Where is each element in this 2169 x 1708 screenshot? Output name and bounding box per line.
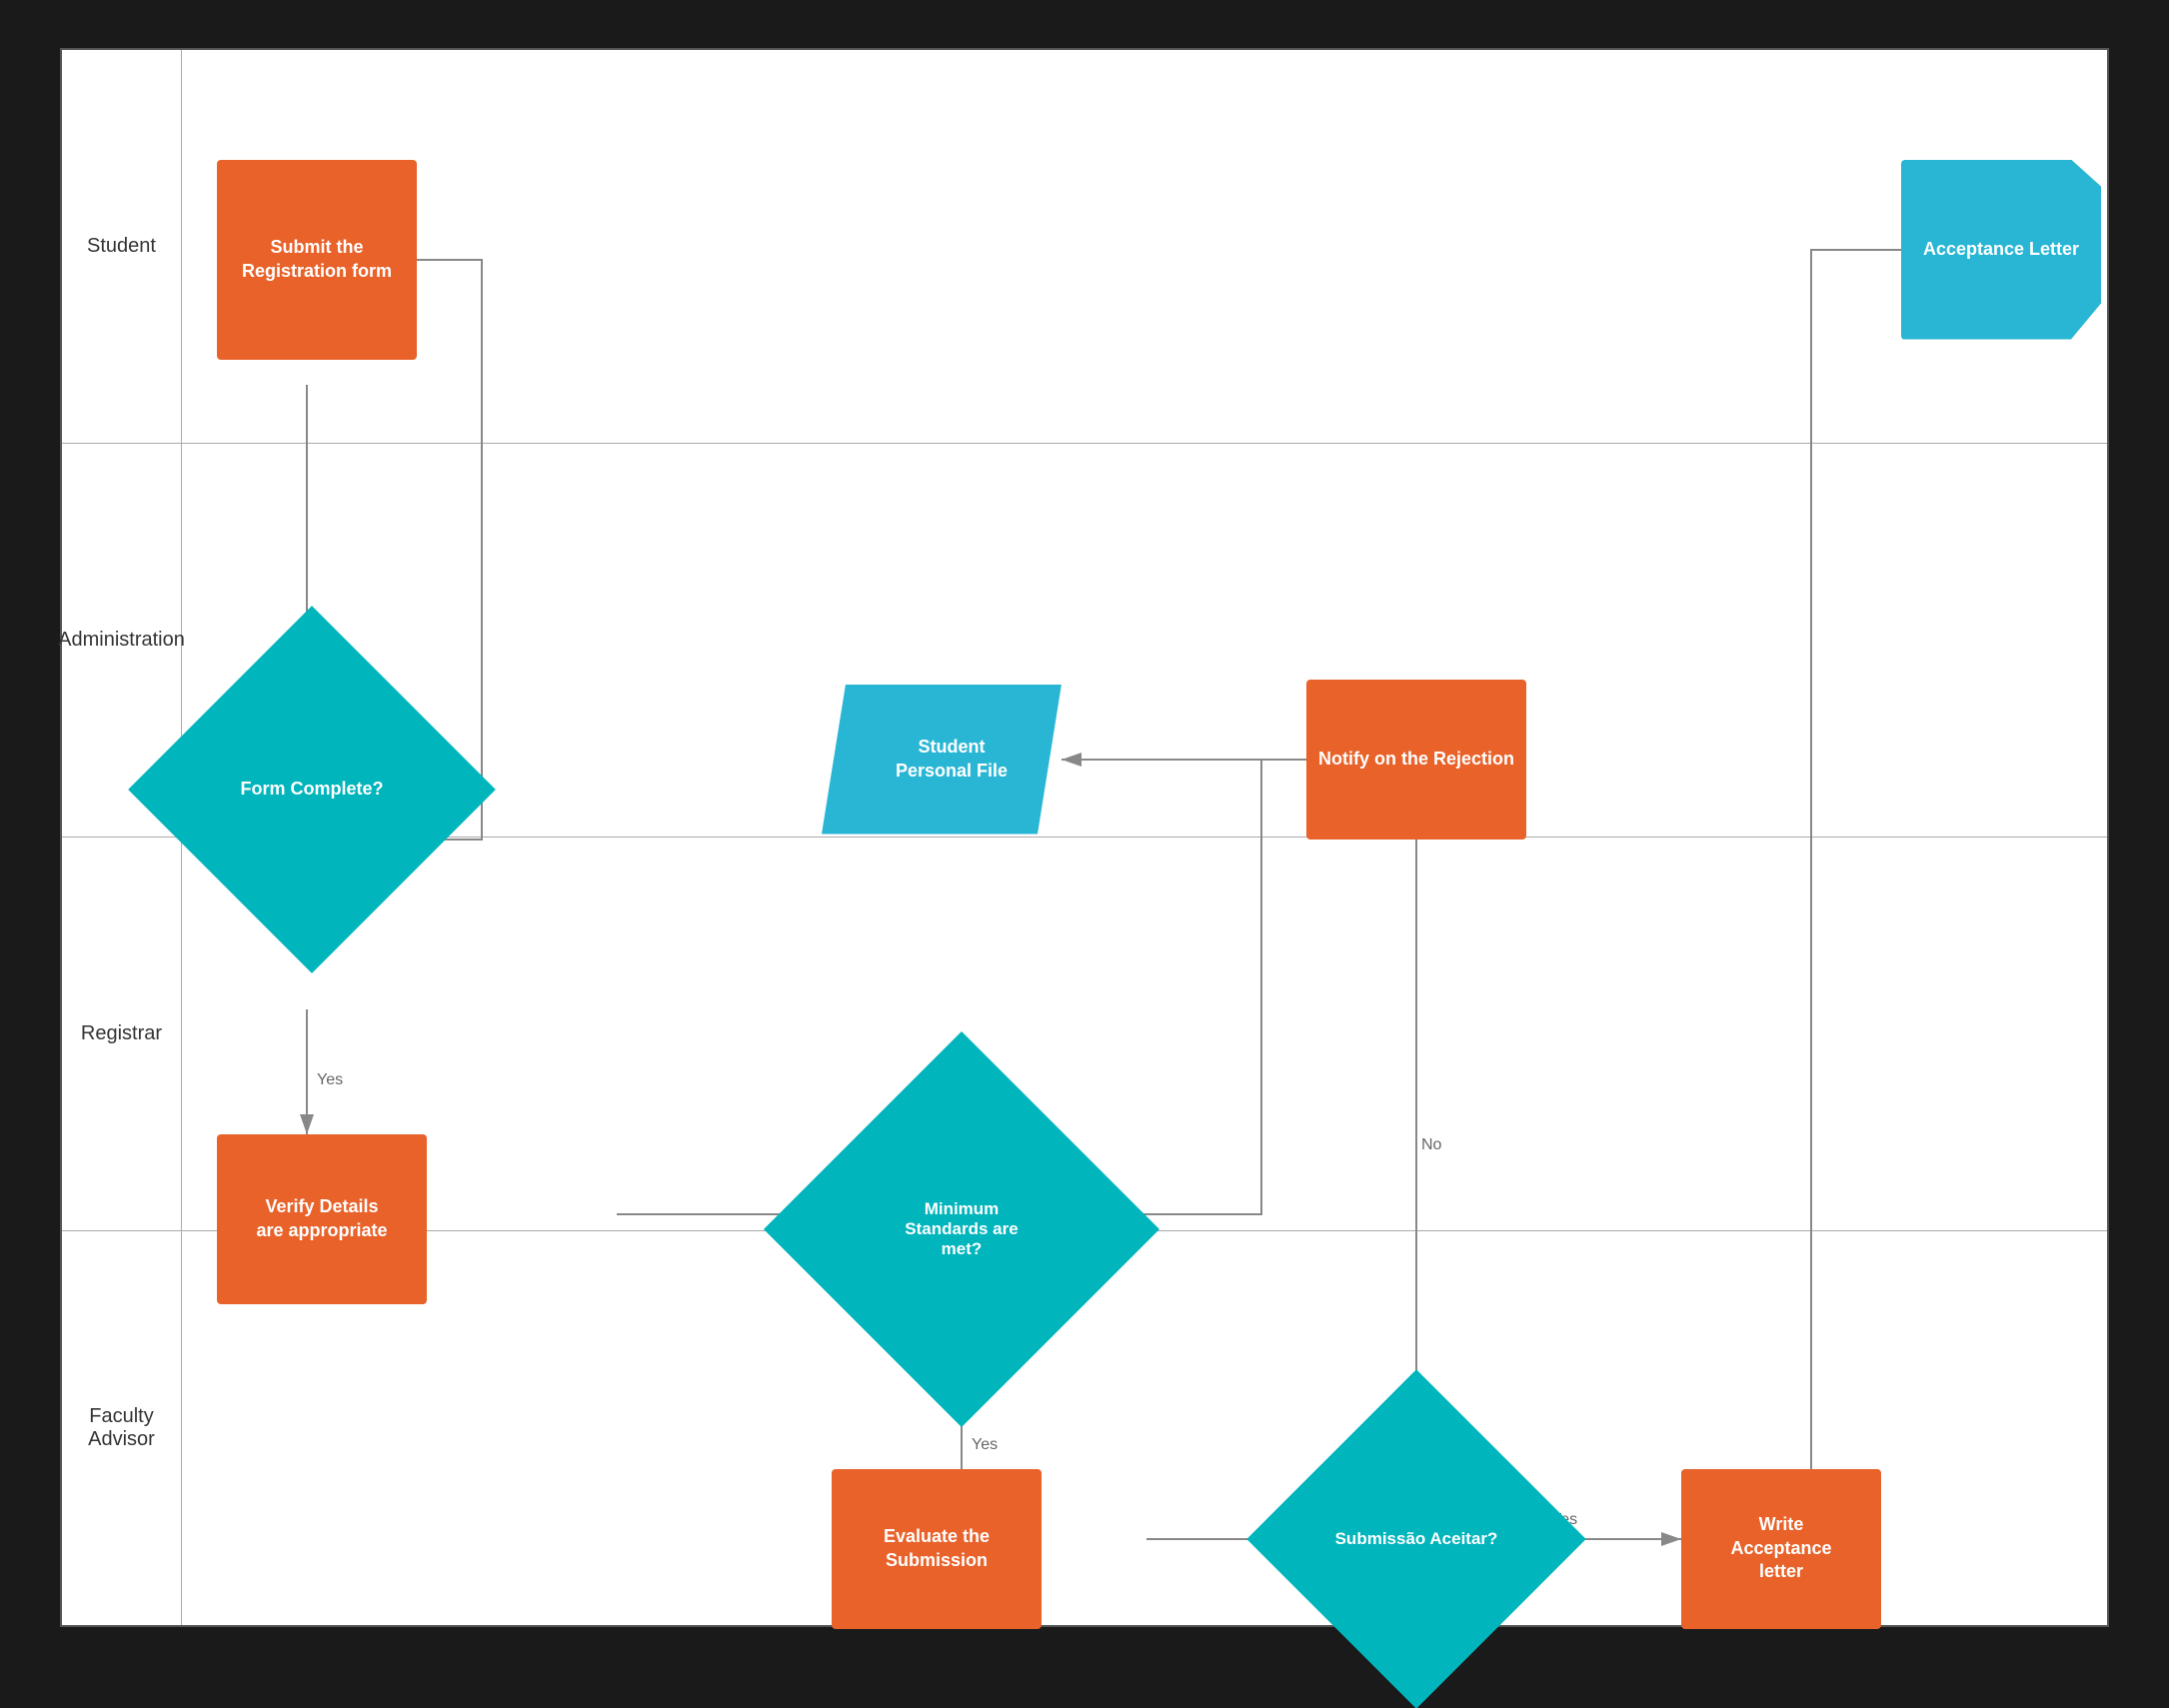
write-acceptance-label: Write Acceptance letter: [1722, 1505, 1839, 1591]
notify-rejection-shape: Notify on the Rejection: [1306, 680, 1526, 840]
evaluate-submission-shape: Evaluate the Submission: [832, 1469, 1042, 1629]
acceptance-letter-label: Acceptance Letter: [1915, 230, 2087, 269]
evaluate-submission-label: Evaluate the Submission: [876, 1517, 998, 1580]
student-file-label: Student Personal File: [896, 736, 1008, 783]
lane-content-student: [182, 50, 2107, 443]
verify-details-shape: Verify Details are appropriate: [217, 1134, 427, 1304]
submit-form-label: Submit the Registration form: [217, 228, 417, 291]
acceptance-letter-shape: Acceptance Letter: [1901, 160, 2101, 340]
verify-details-label: Verify Details are appropriate: [248, 1187, 395, 1250]
student-file-shape: Student Personal File: [822, 685, 1062, 835]
lane-label-faculty: Faculty Advisor: [62, 1231, 182, 1624]
lane-content-registrar: [182, 838, 2107, 1230]
lane-label-registrar: Registrar: [62, 838, 182, 1230]
notify-rejection-label: Notify on the Rejection: [1310, 740, 1522, 779]
lane-label-student: Student: [62, 50, 182, 443]
write-acceptance-shape: Write Acceptance letter: [1681, 1469, 1881, 1629]
diagram-container: Student Administration Registrar Faculty…: [60, 48, 2109, 1627]
submit-form-shape: Submit the Registration form: [217, 160, 417, 360]
